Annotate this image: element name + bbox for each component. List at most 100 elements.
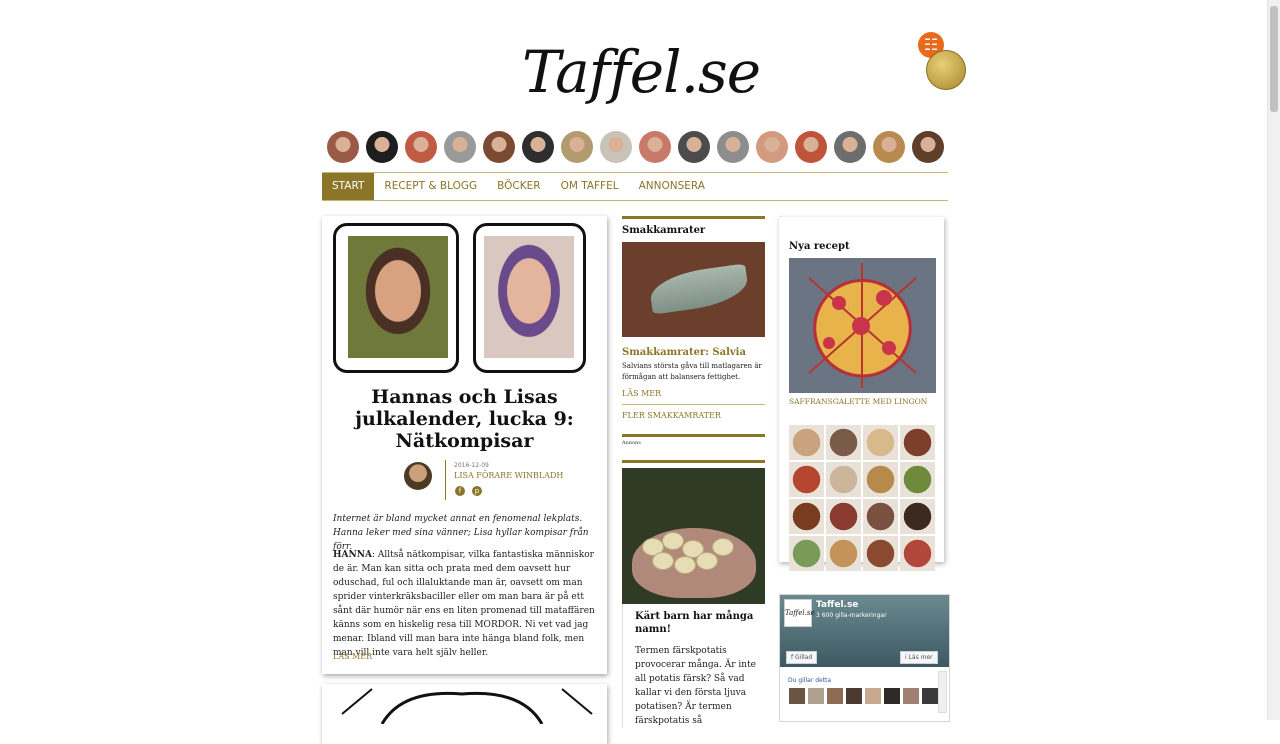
blogger-avatar[interactable] <box>873 131 905 163</box>
recipe-thumbnail[interactable] <box>789 462 824 497</box>
page-wrapper: Taffel.se ☷ START RECEPT & BLOGG BÖCKER … <box>322 0 966 744</box>
recipe-thumbnail[interactable] <box>863 536 898 571</box>
recipe-thumbnail[interactable] <box>826 536 861 571</box>
blogger-avatar[interactable] <box>912 131 944 163</box>
author-avatar[interactable] <box>404 462 432 490</box>
blogger-avatar[interactable] <box>327 131 359 163</box>
blogger-avatars <box>327 131 944 163</box>
main-nav: START RECEPT & BLOGG BÖCKER OM TAFFEL AN… <box>322 172 948 201</box>
right-column: Annons Nya recept SAFFRANSGALETTE MED LI… <box>779 216 950 722</box>
facebook-friend-avatar[interactable] <box>903 688 919 704</box>
hanna-photo[interactable] <box>348 236 448 358</box>
recipe-thumbnail[interactable] <box>789 425 824 460</box>
blogger-avatar[interactable] <box>639 131 671 163</box>
page-scrollbar[interactable] <box>1267 0 1280 720</box>
facebook-friend-avatar[interactable] <box>789 688 805 704</box>
next-article-illustration <box>341 688 593 725</box>
facebook-friend-avatar[interactable] <box>827 688 843 704</box>
recipe-thumbnail[interactable] <box>900 536 935 571</box>
recipe-thumbnail[interactable] <box>789 499 824 534</box>
blogger-avatar[interactable] <box>561 131 593 163</box>
smakkamrater-read-more[interactable]: LÄS MER <box>622 383 765 404</box>
article-author[interactable]: LISA FÖRARE WINBLADH <box>454 471 563 480</box>
facebook-cover-image[interactable]: Taffel.se Taffel.se 3 600 gilla-markerin… <box>780 595 949 667</box>
facebook-friend-avatar[interactable] <box>865 688 881 704</box>
byline-divider <box>445 460 446 500</box>
scrollbar-thumb[interactable] <box>1270 6 1278 112</box>
facebook-friend-avatar[interactable] <box>846 688 862 704</box>
article-title[interactable]: Hannas och Lisas julkalender, lucka 9: N… <box>342 386 587 452</box>
blogger-avatar[interactable] <box>834 131 866 163</box>
blogger-avatar[interactable] <box>366 131 398 163</box>
lisa-photo[interactable] <box>484 236 574 358</box>
recipe-thumbnails <box>789 425 935 571</box>
facebook-like-count: 3 600 gilla-markeringar <box>816 612 887 619</box>
ad-label: Annons <box>622 440 641 446</box>
potato-text: Termen färskpotatis provocerar många. Är… <box>635 646 757 726</box>
potato-shape <box>712 538 734 556</box>
blogger-avatar[interactable] <box>444 131 476 163</box>
facebook-page-name[interactable]: Taffel.se <box>816 600 858 610</box>
blogger-avatar[interactable] <box>522 131 554 163</box>
speaker-name: HANNA <box>333 550 372 560</box>
pinterest-share-icon[interactable]: p <box>472 486 482 496</box>
article-body-text: : Alltså nätkompisar, vilka fantastiska … <box>333 550 595 658</box>
facebook-share-icon[interactable]: f <box>455 486 465 496</box>
facebook-friend-avatar[interactable] <box>884 688 900 704</box>
nya-recept-widget: Nya recept SAFFRANSGALETTE MED LINGON <box>779 217 944 571</box>
article-read-more[interactable]: LÄS MER <box>333 652 372 661</box>
potato-title[interactable]: Kärt barn har många namn! <box>635 610 766 636</box>
facebook-widget-scrollbar[interactable] <box>938 671 947 713</box>
facebook-logo-text: Taffel.se <box>785 609 815 617</box>
award-medal-icon <box>926 50 966 90</box>
nav-annonsera[interactable]: ANNONSERA <box>629 173 715 200</box>
smakkamrater-subtitle[interactable]: Smakkamrater: Salvia <box>622 347 765 358</box>
potato-image[interactable] <box>622 468 765 604</box>
potato-shape <box>696 552 718 570</box>
smakkamrater-heading: Smakkamrater <box>622 225 706 236</box>
featured-recipe-image[interactable] <box>789 258 936 393</box>
recipe-thumbnail[interactable] <box>900 499 935 534</box>
recipe-thumbnail[interactable] <box>826 462 861 497</box>
blogger-avatar[interactable] <box>756 131 788 163</box>
facebook-liked-label: Gillad <box>795 654 813 661</box>
article-body: HANNA: Alltså nätkompisar, vilka fantast… <box>333 548 598 660</box>
recipe-thumbnail[interactable] <box>863 425 898 460</box>
smakkamrater-desc: Salvians största gåva till matlagaren är… <box>622 362 762 381</box>
facebook-page-logo[interactable]: Taffel.se <box>784 599 815 627</box>
nav-om-taffel[interactable]: OM TAFFEL <box>551 173 629 200</box>
facebook-friend-avatar[interactable] <box>922 688 938 704</box>
recipe-thumbnail[interactable] <box>826 499 861 534</box>
recipe-thumbnail[interactable] <box>863 499 898 534</box>
nav-recept-blogg[interactable]: RECEPT & BLOGG <box>374 173 487 200</box>
blogger-avatar[interactable] <box>678 131 710 163</box>
potato-article: Kärt barn har många namn! Termen färskpo… <box>622 604 766 728</box>
salvia-image[interactable] <box>622 242 765 337</box>
potato-shape <box>674 556 696 574</box>
facebook-liked-button[interactable]: f Gillad <box>786 651 818 664</box>
recipe-thumbnail[interactable] <box>900 462 935 497</box>
blogger-avatar[interactable] <box>717 131 749 163</box>
facebook-learn-more-button[interactable]: i Läs mer <box>900 651 938 664</box>
fler-smakkamrater-link[interactable]: FLER SMAKKAMRATER <box>622 405 765 426</box>
facebook-learn-more-label: Läs mer <box>908 654 933 661</box>
nya-recept-heading: Nya recept <box>789 241 850 252</box>
recipe-thumbnail[interactable] <box>863 462 898 497</box>
blogger-avatar[interactable] <box>795 131 827 163</box>
nav-start[interactable]: START <box>322 173 375 200</box>
section-divider <box>622 434 765 437</box>
potato-shape <box>652 552 674 570</box>
recipe-thumbnail[interactable] <box>789 536 824 571</box>
blogger-avatar[interactable] <box>483 131 515 163</box>
facebook-widget: Taffel.se Taffel.se 3 600 gilla-markerin… <box>779 594 950 722</box>
recipe-thumbnail[interactable] <box>900 425 935 460</box>
next-article-card[interactable] <box>322 684 607 744</box>
featured-recipe-name[interactable]: SAFFRANSGALETTE MED LINGON <box>789 397 927 406</box>
nav-bocker[interactable]: BÖCKER <box>487 173 550 200</box>
section-divider <box>622 460 765 463</box>
facebook-friend-avatar[interactable] <box>808 688 824 704</box>
recipe-thumbnail[interactable] <box>826 425 861 460</box>
site-logo[interactable]: Taffel.se ☷ <box>522 28 966 120</box>
blogger-avatar[interactable] <box>405 131 437 163</box>
blogger-avatar[interactable] <box>600 131 632 163</box>
